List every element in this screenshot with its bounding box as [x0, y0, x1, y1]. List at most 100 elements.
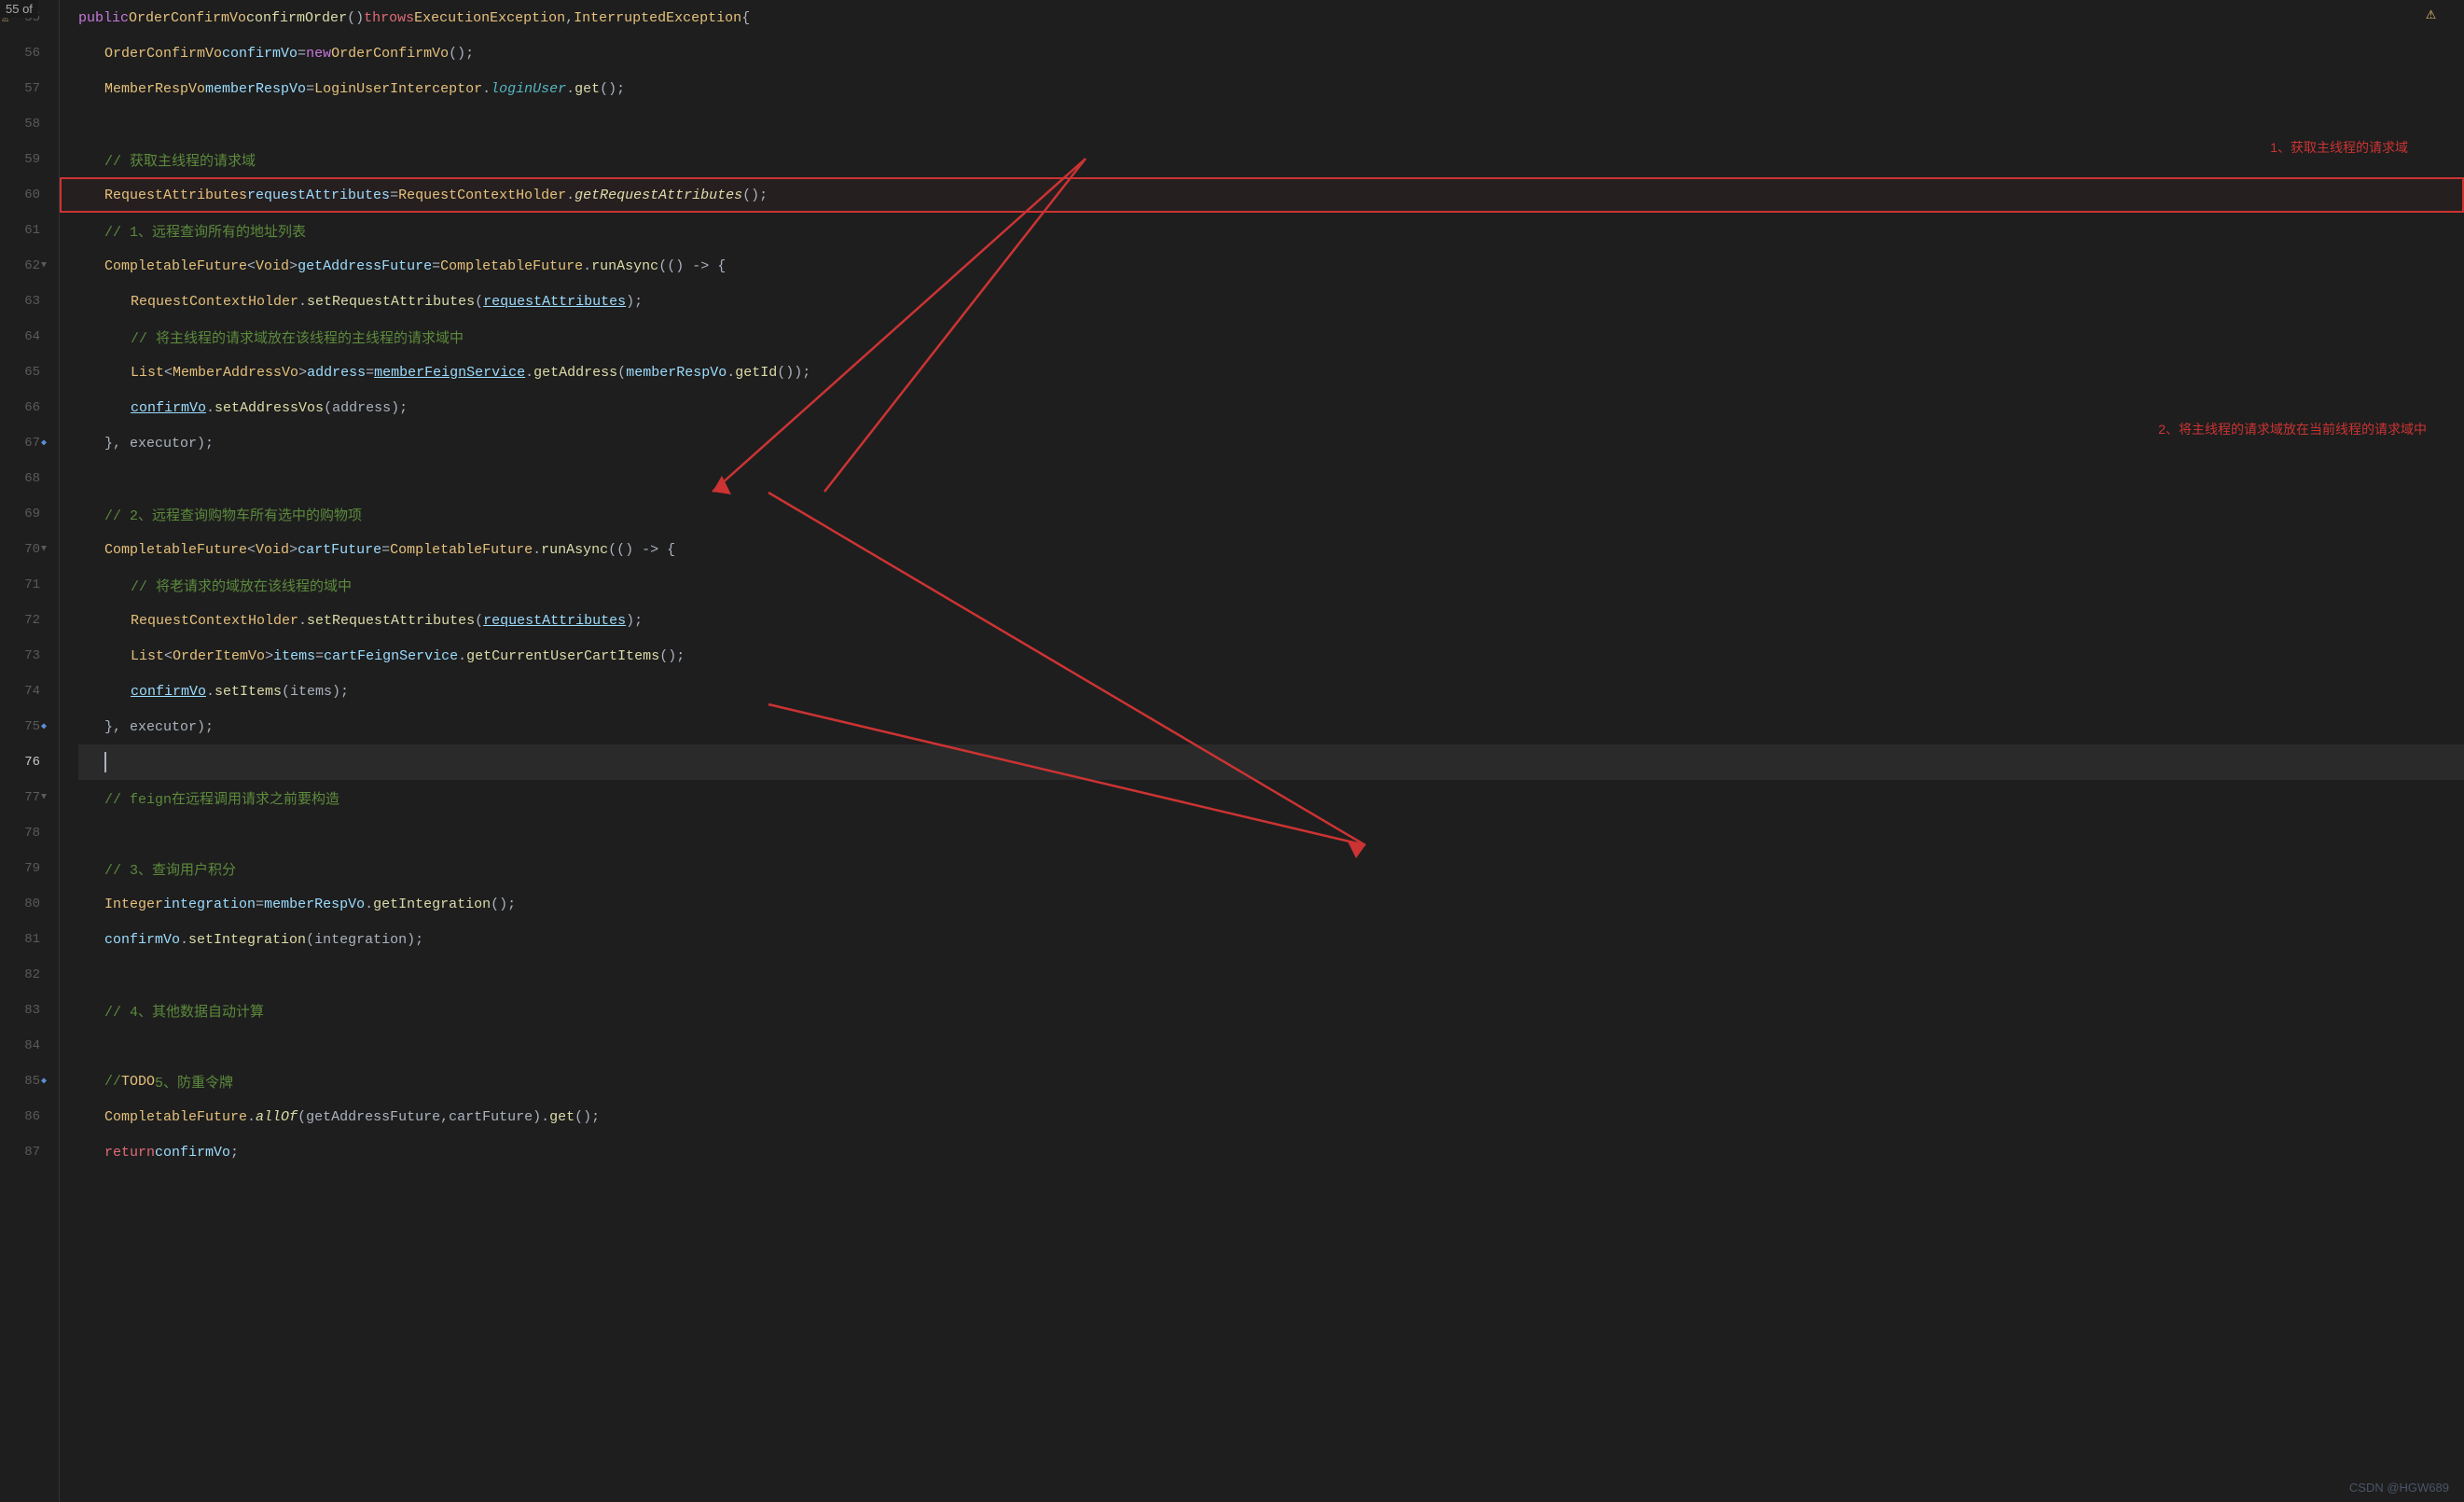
angle-65: <: [164, 365, 173, 381]
comment-79: // 3、查询用户积分: [104, 859, 236, 879]
fold-icon-62[interactable]: ▼: [41, 261, 47, 271]
dot-65: .: [525, 365, 533, 381]
code-line-61: // 1、远程查询所有的地址列表: [78, 213, 2464, 248]
paren-86: (getAddressFuture,cartFuture).: [298, 1109, 549, 1125]
type-list-73: List: [131, 648, 164, 664]
line-num-66: 66: [0, 390, 49, 425]
fn-getrequestattributes: getRequestAttributes: [574, 188, 742, 203]
line-indicator: 55 of: [0, 0, 38, 18]
watermark: CSDN @HGW689: [2349, 1481, 2449, 1495]
code-line-76[interactable]: [78, 744, 2464, 780]
comment-85b: 5、防重令牌: [155, 1072, 233, 1092]
fn-runasync-70: runAsync: [541, 542, 608, 558]
type-completablefuture-62: CompletableFuture: [104, 258, 247, 274]
type-memberrespvo: MemberRespVo: [104, 81, 205, 97]
paren-70: (() -> {: [608, 542, 675, 558]
eq-70: =: [381, 542, 390, 558]
line-num-63: 63: [0, 284, 49, 319]
line-num-71: 71: [0, 567, 49, 603]
comment-77: // feign在远程调用请求之前要构造: [104, 788, 339, 808]
gutter-row-71: 71: [0, 567, 49, 603]
fold-icon-70[interactable]: ▼: [41, 545, 47, 555]
type-requestattributes: RequestAttributes: [104, 188, 247, 203]
comment-59: // 获取主线程的请求域: [104, 150, 256, 170]
dot-73: .: [458, 648, 466, 664]
gutter-row-56: 56: [0, 35, 49, 71]
gutter-row-66: 66: [0, 390, 49, 425]
type-orderconfirmvo: OrderConfirmVo: [129, 10, 246, 26]
code-line-65: List < MemberAddressVo > address = membe…: [78, 355, 2464, 390]
code-line-80: Integer integration = memberRespVo . get…: [78, 886, 2464, 922]
line-num-78: 78: [0, 815, 49, 851]
line-num-83: 83: [0, 993, 49, 1028]
gutter-row-68: 68: [0, 461, 49, 496]
dot-62: .: [583, 258, 591, 274]
type-integer: Integer: [104, 897, 163, 912]
gutter-row-70: ▼ 70: [0, 532, 49, 567]
eq-80: =: [256, 897, 264, 912]
type-executionexception: ExecutionException: [414, 10, 565, 26]
var-reqattr-72: requestAttributes: [483, 613, 626, 629]
gutter-row-64: 64: [0, 319, 49, 355]
gutter-row-58: 58: [0, 106, 49, 142]
line-num-87: 87: [0, 1134, 49, 1170]
gutter-row-73: 73: [0, 638, 49, 674]
var-confirmvo-66: confirmVo: [131, 400, 206, 416]
code-line-70: CompletableFuture < Void > cartFuture = …: [78, 532, 2464, 567]
fold-icon-77[interactable]: ▼: [41, 793, 47, 803]
gutter-row-61: 61: [0, 213, 49, 248]
gutter-row-78: 78: [0, 815, 49, 851]
var-cartfeignservice: cartFeignService: [324, 648, 458, 664]
eq-73: =: [315, 648, 324, 664]
type-interruptedexception: InterruptedException: [574, 10, 741, 26]
var-requestattributes: requestAttributes: [247, 188, 390, 203]
fn-get-86: get: [549, 1109, 574, 1125]
fn-setaddressvos: setAddressVos: [215, 400, 324, 416]
code-line-60: RequestAttributes requestAttributes = Re…: [60, 177, 2464, 213]
fn-getaddress: getAddress: [533, 365, 617, 381]
angle-close-73: >: [265, 648, 273, 664]
code-line-87: return confirmVo ;: [78, 1134, 2464, 1170]
comment-64: // 将主线程的请求域放在该线程的主线程的请求域中: [131, 327, 464, 347]
code-line-59: // 获取主线程的请求域: [78, 142, 2464, 177]
code-line-85: // TODO 5、防重令牌: [78, 1064, 2464, 1099]
close-67: }, executor);: [104, 436, 214, 452]
var-cartfuture: cartFuture: [298, 542, 381, 558]
code-line-71: // 将老请求的域放在该线程的域中: [78, 567, 2464, 603]
semi-57: ();: [600, 81, 625, 97]
code-line-62: CompletableFuture < Void > getAddressFut…: [78, 248, 2464, 284]
code-line-58: [78, 106, 2464, 142]
gutter-row-83: 83: [0, 993, 49, 1028]
semi-87: ;: [230, 1145, 239, 1161]
code-content-area[interactable]: public OrderConfirmVo confirmOrder () th…: [60, 0, 2464, 1502]
type-completablefuture-70: CompletableFuture: [104, 542, 247, 558]
fn-getintegration: getIntegration: [373, 897, 491, 912]
eq-56: =: [298, 46, 306, 62]
kw-return: return: [104, 1145, 155, 1161]
close-75: }, executor);: [104, 719, 214, 735]
type-orderitemvo: OrderItemVo: [173, 648, 265, 664]
angle-70: <: [247, 542, 256, 558]
var-confirmvo-87: confirmVo: [155, 1145, 230, 1161]
code-line-72: RequestContextHolder . setRequestAttribu…: [78, 603, 2464, 638]
var-memberrespvo: memberRespVo: [205, 81, 306, 97]
code-line-63: RequestContextHolder . setRequestAttribu…: [78, 284, 2464, 319]
dot-66: .: [206, 400, 215, 416]
cls-requestcontextholder: RequestContextHolder: [398, 188, 566, 203]
kw-public: public: [78, 10, 129, 26]
var-items: items: [273, 648, 315, 664]
angle-close-65: >: [298, 365, 307, 381]
gutter-row-69: 69: [0, 496, 49, 532]
gutter-row-74: 74: [0, 674, 49, 709]
paren-close-63: );: [626, 294, 643, 310]
gutter-row-59: 59: [0, 142, 49, 177]
angle-close-62: >: [289, 258, 298, 274]
semi-56: ();: [449, 46, 474, 62]
line-num-79: 79: [0, 851, 49, 886]
code-line-57: MemberRespVo memberRespVo = LoginUserInt…: [78, 71, 2464, 106]
gutter-row-72: 72: [0, 603, 49, 638]
var-reqattr-63: requestAttributes: [483, 294, 626, 310]
eq-65: =: [366, 365, 374, 381]
gutter-row-86: 86: [0, 1099, 49, 1134]
type-void-62: Void: [256, 258, 289, 274]
